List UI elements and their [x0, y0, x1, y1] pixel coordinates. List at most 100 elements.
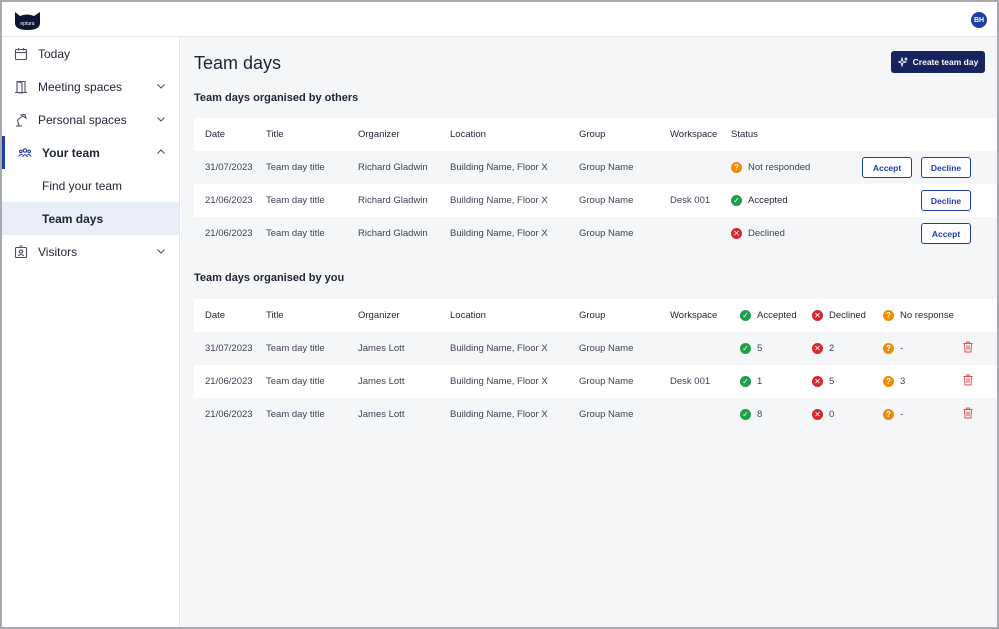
- cell-accept: Accept: [862, 151, 921, 184]
- cell-workspace: [670, 151, 731, 184]
- column-header-title: Title: [266, 310, 284, 321]
- question-icon: ?: [731, 162, 742, 173]
- sidebar-item-personal-spaces[interactable]: Personal spaces: [2, 103, 179, 136]
- cell-title: Team day title: [266, 162, 325, 173]
- question-icon: ?: [883, 376, 894, 387]
- desk-lamp-icon: [16, 113, 27, 127]
- sidebar: Today Meeting spaces Personal spaces You…: [2, 37, 180, 627]
- chevron-up-icon[interactable]: [156, 147, 166, 157]
- cell-organizer: Richard Gladwin: [358, 228, 428, 239]
- logo-text: eptura: [20, 21, 34, 27]
- cell-location: Building Name, Floor X: [450, 228, 548, 239]
- app-window: eptura BH Today Meeting spaces Personal …: [0, 0, 999, 629]
- sidebar-item-visitors[interactable]: Visitors: [2, 235, 179, 268]
- x-icon: ✕: [812, 409, 823, 420]
- x-icon: ✕: [812, 343, 823, 354]
- question-icon: ?: [883, 310, 894, 321]
- check-icon: ✓: [731, 195, 742, 206]
- cell-location: Building Name, Floor X: [450, 162, 548, 173]
- cell-date: 31/07/2023: [205, 162, 253, 173]
- sidebar-item-your-team[interactable]: Your team: [2, 136, 179, 169]
- cell-accepted: ✓ 5: [740, 332, 812, 365]
- cell-status: ✕ Declined: [731, 217, 862, 250]
- others-table: Date Title Organizer Location Group Work…: [194, 118, 997, 250]
- main-content: Team days Create team day Team days orga…: [181, 37, 997, 627]
- cell-title: Team day title: [266, 343, 325, 354]
- cell-organizer: Richard Gladwin: [358, 162, 428, 173]
- column-header-status: Status: [731, 129, 758, 140]
- cell-organizer: James Lott: [358, 343, 405, 354]
- chevron-down-icon[interactable]: [156, 114, 166, 124]
- trash-icon[interactable]: [962, 341, 974, 353]
- cell-group: Group Name: [579, 162, 634, 173]
- cell-accepted: ✓ 1: [740, 365, 812, 398]
- sidebar-item-label: Your team: [42, 146, 100, 160]
- eptura-logo[interactable]: eptura: [13, 9, 42, 31]
- page-title: Team days: [194, 53, 282, 73]
- section-title-yours: Team days organised by you: [194, 272, 345, 284]
- accepted-count: 1: [757, 376, 763, 387]
- declined-count: 0: [829, 409, 835, 420]
- cell-no-response: ? -: [883, 332, 962, 365]
- sidebar-subitem-team-days[interactable]: Team days: [2, 202, 179, 235]
- declined-count: 5: [829, 376, 835, 387]
- cell-group: Group Name: [579, 343, 634, 354]
- column-header-group: Group: [579, 310, 606, 321]
- column-header-accept: [862, 118, 921, 151]
- cell-accept: [862, 217, 921, 250]
- column-header-accepted: ✓ Accepted: [740, 299, 812, 332]
- section-title-others: Team days organised by others: [194, 92, 359, 104]
- sidebar-subitem-find-your-team[interactable]: Find your team: [2, 169, 179, 202]
- table-header-row: Date Title Organizer Location Group Work…: [194, 299, 997, 332]
- team-icon: [18, 148, 32, 158]
- question-icon: ?: [883, 409, 894, 420]
- chevron-down-icon[interactable]: [156, 81, 166, 91]
- column-header-workspace: Workspace: [670, 129, 718, 140]
- status-text: Declined: [748, 228, 785, 239]
- column-header-date: Date: [205, 310, 226, 321]
- cell-declined: ✕ 0: [812, 398, 883, 431]
- table-row: 31/07/2023 Team day title Richard Gladwi…: [194, 151, 997, 184]
- column-header-organizer: Organizer: [358, 129, 400, 140]
- accept-button[interactable]: Accept: [862, 157, 912, 178]
- decline-button[interactable]: Decline: [921, 190, 971, 211]
- cell-title: Team day title: [266, 228, 325, 239]
- check-icon: ✓: [740, 376, 751, 387]
- cell-date: 21/06/2023: [205, 228, 253, 239]
- cell-decline: Accept: [921, 217, 997, 250]
- column-header-no-response-label: No response: [900, 310, 954, 321]
- cell-declined: ✕ 5: [812, 365, 883, 398]
- accept-button[interactable]: Accept: [921, 223, 971, 244]
- trash-icon[interactable]: [962, 407, 974, 419]
- cell-no-response: ? 3: [883, 365, 962, 398]
- cell-organizer: James Lott: [358, 376, 405, 387]
- cell-no-response: ? -: [883, 398, 962, 431]
- cell-title: Team day title: [266, 409, 325, 420]
- question-icon: ?: [883, 343, 894, 354]
- declined-count: 2: [829, 343, 835, 354]
- create-team-day-button[interactable]: Create team day: [891, 51, 985, 73]
- chevron-down-icon[interactable]: [156, 246, 166, 256]
- door-icon: [15, 80, 27, 94]
- table-row: 21/06/2023 Team day title Richard Gladwi…: [194, 184, 997, 217]
- table-row: 31/07/2023 Team day title James Lott Bui…: [194, 332, 997, 365]
- column-header-location: Location: [450, 310, 486, 321]
- cell-date: 31/07/2023: [205, 343, 253, 354]
- trash-icon[interactable]: [962, 374, 974, 386]
- calendar-icon: [14, 48, 28, 61]
- user-avatar[interactable]: BH: [971, 12, 987, 28]
- cell-title: Team day title: [266, 195, 325, 206]
- sidebar-item-meeting-spaces[interactable]: Meeting spaces: [2, 70, 179, 103]
- table-row: 21/06/2023 Team day title James Lott Bui…: [194, 398, 997, 431]
- status-text: Accepted: [748, 195, 788, 206]
- decline-button[interactable]: Decline: [921, 157, 971, 178]
- cell-actions: [962, 365, 997, 398]
- column-header-organizer: Organizer: [358, 310, 400, 321]
- table-row: 21/06/2023 Team day title James Lott Bui…: [194, 365, 997, 398]
- cell-status: ✓ Accepted: [731, 184, 862, 217]
- sidebar-item-label: Meeting spaces: [38, 80, 123, 94]
- cell-location: Building Name, Floor X: [450, 409, 548, 420]
- sidebar-item-today[interactable]: Today: [2, 37, 179, 70]
- sidebar-item-label: Today: [38, 47, 71, 61]
- cell-group: Group Name: [579, 228, 634, 239]
